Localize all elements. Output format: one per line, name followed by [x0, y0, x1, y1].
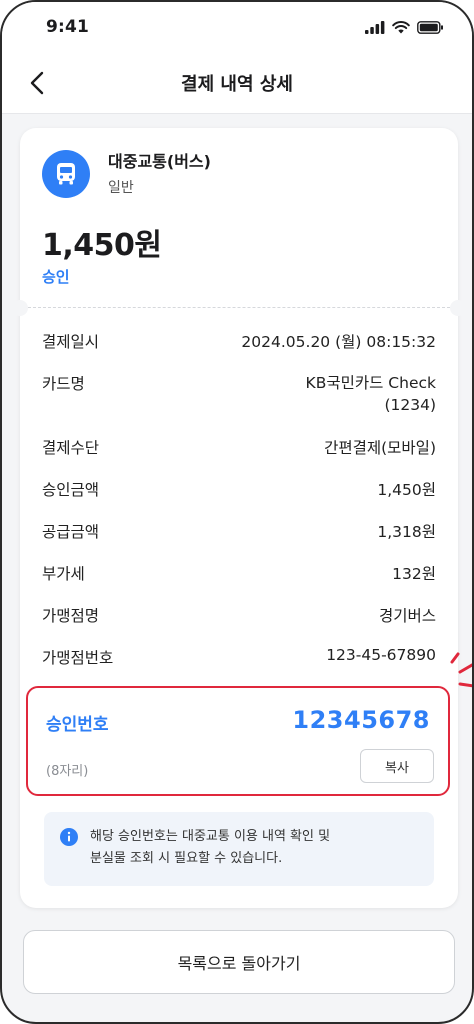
status-bar: 9:41	[2, 2, 472, 52]
notch-left	[12, 300, 28, 316]
bus-avatar	[42, 150, 90, 198]
detail-label: 가맹점번호	[42, 649, 114, 667]
detail-label: 결제수단	[42, 439, 100, 457]
info-line-1: 해당 승인번호는 대중교통 이용 내역 확인 및	[90, 829, 331, 844]
detail-row-card-name: 카드명 KB국민카드 Check (1234)	[42, 372, 436, 416]
back-button[interactable]	[22, 68, 52, 98]
status-icons	[365, 20, 444, 34]
info-notice: 해당 승인번호는 대중교통 이용 내역 확인 및 분실물 조회 시 필요할 수 …	[44, 812, 434, 886]
approval-digits: (8자리)	[46, 764, 89, 779]
page-title: 결제 내역 상세	[181, 73, 293, 95]
detail-value: 2024.05.20 (월) 08:15:32	[241, 333, 436, 351]
signal-icon	[365, 20, 385, 34]
detail-label: 카드명	[42, 375, 85, 393]
dashed-line	[28, 307, 450, 308]
phone-frame: 9:41 결제 내역 상세 대중교통(버스) 일반 1,450원 승인 결제일시…	[0, 0, 474, 1024]
detail-row-merchant-number: 가맹점번호 123-45-67890	[42, 646, 436, 668]
detail-value: 132원	[392, 565, 436, 583]
detail-label: 공급금액	[42, 523, 100, 541]
card-name: KB국민카드 Check	[305, 374, 436, 392]
copy-button[interactable]: 복사	[360, 749, 434, 783]
detail-label: 가맹점명	[42, 607, 100, 625]
detail-row-supply-amount: 공급금액 1,318원	[42, 520, 436, 542]
detail-label: 부가세	[42, 565, 85, 583]
tear-divider	[12, 300, 466, 316]
detail-value: 123-45-67890	[326, 646, 436, 664]
status-badge: 승인	[42, 268, 70, 286]
approval-label: 승인번호	[46, 715, 109, 735]
detail-row-merchant-name: 가맹점명 경기버스	[42, 604, 436, 626]
detail-label: 결제일시	[42, 333, 100, 351]
approval-number: 12345678	[292, 706, 430, 734]
detail-value: 간편결제(모바일)	[324, 439, 436, 457]
notch-right	[450, 300, 466, 316]
nav-bar: 결제 내역 상세	[2, 52, 472, 114]
detail-value: 1,318원	[377, 523, 436, 541]
detail-value: 경기버스	[378, 607, 436, 625]
transaction-card: 대중교통(버스) 일반 1,450원 승인 결제일시 2024.05.20 (월…	[12, 128, 466, 908]
status-time: 9:41	[46, 17, 90, 37]
detail-row-payment-datetime: 결제일시 2024.05.20 (월) 08:15:32	[42, 330, 436, 352]
info-text: 해당 승인번호는 대중교통 이용 내역 확인 및 분실물 조회 시 필요할 수 …	[90, 826, 422, 870]
emphasis-marks	[450, 652, 472, 688]
info-icon	[60, 828, 78, 846]
detail-label: 승인금액	[42, 481, 100, 499]
detail-value: KB국민카드 Check (1234)	[306, 372, 436, 416]
back-to-list-button[interactable]: 목록으로 돌아가기	[23, 930, 455, 994]
detail-list: 결제일시 2024.05.20 (월) 08:15:32 카드명 KB국민카드 …	[42, 330, 436, 668]
card-number: (1234)	[384, 396, 436, 414]
back-arrow-icon	[30, 71, 44, 95]
approval-number-box: 승인번호 12345678 (8자리) 복사	[26, 686, 450, 796]
detail-row-payment-method: 결제수단 간편결제(모바일)	[42, 436, 436, 458]
merchant-header: 대중교통(버스) 일반	[42, 150, 211, 198]
info-line-2: 분실물 조회 시 필요할 수 있습니다.	[90, 851, 283, 866]
battery-icon	[417, 20, 443, 34]
merchant-type: 일반	[108, 180, 134, 196]
detail-row-approved-amount: 승인금액 1,450원	[42, 478, 436, 500]
bus-icon	[57, 163, 75, 185]
detail-row-vat: 부가세 132원	[42, 562, 436, 584]
detail-value: 1,450원	[377, 481, 436, 499]
merchant-text: 대중교통(버스) 일반	[108, 151, 211, 197]
transaction-amount: 1,450원	[42, 228, 162, 263]
wifi-icon	[392, 20, 410, 33]
merchant-name: 대중교통(버스)	[108, 152, 211, 171]
